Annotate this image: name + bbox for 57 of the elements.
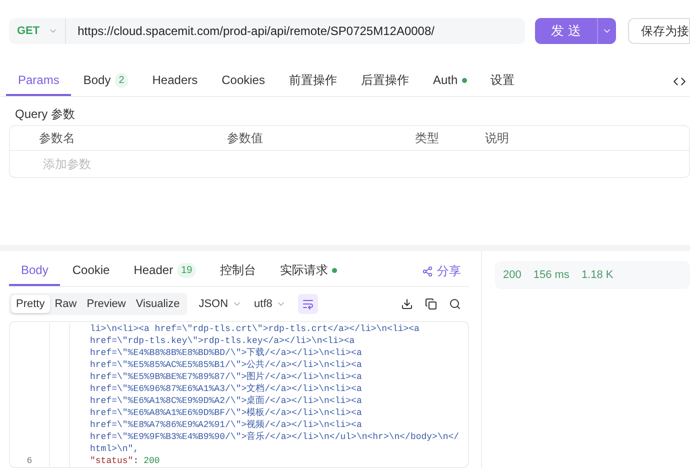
param-name-input[interactable]: 添加参数 <box>43 155 243 173</box>
copy-icon[interactable] <box>425 298 437 310</box>
send-button[interactable]: 发 送 <box>535 18 597 44</box>
column-header: 类型 <box>415 130 440 147</box>
column-header: 说明 <box>485 130 509 147</box>
tab[interactable]: Cookies <box>210 66 277 96</box>
tab[interactable]: 后置操作 <box>348 66 421 96</box>
tab[interactable]: Body <box>9 256 60 286</box>
send-options-button[interactable] <box>597 18 616 44</box>
tab[interactable]: 前置操作 <box>276 66 349 96</box>
code-line: href=\"rdp-tls.key\">rdp-tls.key</a></li>\n<li><a <box>89 335 355 347</box>
code-line: href=\"%E6%96%87%E6%A1%A3/\">文档/</a></li>\n<li><a <box>89 383 362 395</box>
view-mode-tab[interactable]: Pretty <box>11 294 50 314</box>
tab[interactable]: Params <box>6 66 72 96</box>
count-badge: 19 <box>177 262 196 278</box>
tab[interactable]: 控制台 <box>208 256 268 286</box>
encoding-select[interactable]: utf8 <box>254 296 286 312</box>
download-icon[interactable] <box>401 298 413 310</box>
search-icon[interactable] <box>449 298 461 310</box>
view-mode-tab[interactable]: Visualize <box>130 294 185 314</box>
code-line: href=\"%E6%A8%A1%E6%9D%BF/\">模板/</a></li>\n<li><a <box>89 407 362 419</box>
code-line: href=\"%E9%9F%B3%E4%B9%90/\">音乐/</a></li>\n</ul>\n<hr>\n</body>\n</ <box>89 431 460 443</box>
json-value: 200 <box>144 455 160 467</box>
colon: : <box>133 455 139 467</box>
code-line: href=\"%E4%B8%8B%E8%BD%BD/\">下载/</a></li>\n<li><a <box>89 347 362 359</box>
count-badge: 2 <box>114 72 128 88</box>
status-code: 200 <box>503 268 522 283</box>
code-line: href=\"%E6%A1%8C%E9%9D%A2/\">桌面/</a></li>\n<li><a <box>89 395 362 407</box>
tab[interactable]: Header 19 <box>122 256 208 286</box>
code-icon[interactable] <box>673 74 686 88</box>
code-line: href=\"%E5%9B%BE%E7%89%87/\">图片/</a></li>\n<li><a <box>89 371 362 383</box>
tab[interactable]: 实际请求 <box>268 256 350 286</box>
tab[interactable]: Auth <box>420 66 479 96</box>
view-mode-tab[interactable]: Preview <box>82 294 131 314</box>
view-mode-tab[interactable]: Raw <box>50 294 82 314</box>
save-button[interactable]: 保存为接 <box>628 18 690 44</box>
column-header: 参数名 <box>39 130 76 147</box>
url-field[interactable]: https://cloud.spacemit.com/prod-api/api/remote/SP0725M12A0008/ <box>64 18 525 44</box>
tab[interactable]: Body 2 <box>71 66 140 96</box>
code-line: href=\"%E8%A7%86%E9%A2%91/\">视频/</a></li>\n<li><a <box>89 419 362 431</box>
share-button[interactable]: 分享 <box>422 262 461 280</box>
json-key: "status" <box>90 455 134 467</box>
share-icon <box>422 266 433 276</box>
line-number: 6 <box>26 456 32 466</box>
tab[interactable]: Headers <box>140 66 210 96</box>
code-line: html>\n", <box>89 443 139 455</box>
tab[interactable]: Cookie <box>60 256 122 286</box>
response-time: 156 ms <box>533 268 570 283</box>
column-header: 参数值 <box>227 130 264 147</box>
wrap-lines-icon <box>302 298 314 310</box>
response-size: 1.18 K <box>581 268 614 283</box>
format-select[interactable]: JSON <box>198 296 242 312</box>
code-line: li>\n<li><a href=\"rdp-tls.crt\">rdp-tls.crt</a></li>\n<li><a <box>89 323 420 335</box>
section-title: Query 参数 <box>14 106 76 123</box>
tab[interactable]: 设置 <box>478 66 527 96</box>
code-line: href=\"%E5%85%AC%E5%85%B1/\">公共/</a></li>\n<li><a <box>89 359 362 371</box>
wrap-button[interactable] <box>298 294 318 314</box>
